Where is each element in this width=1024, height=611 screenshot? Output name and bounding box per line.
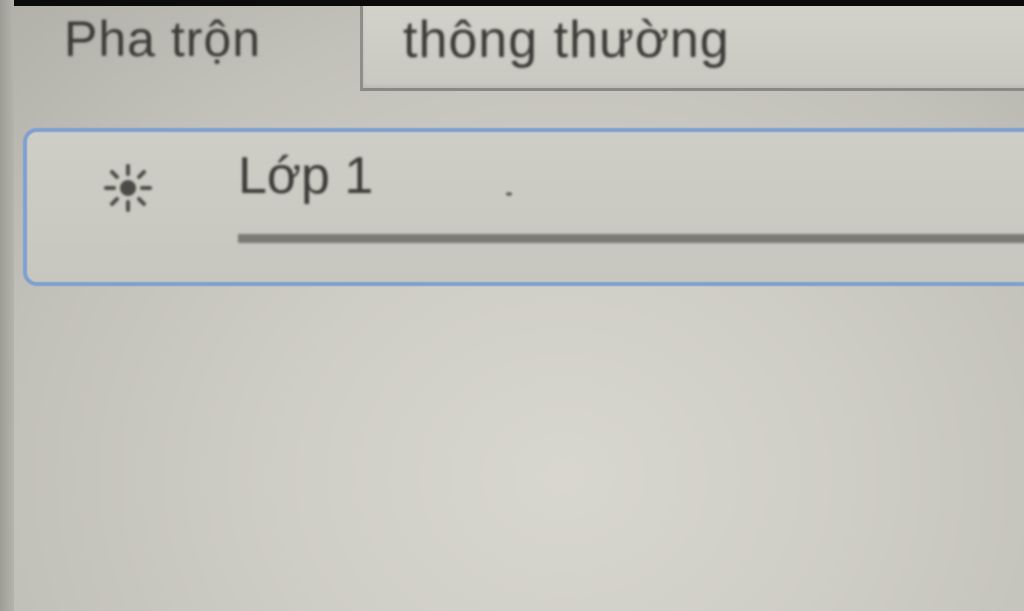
sun-icon[interactable] (100, 160, 156, 216)
layer-item[interactable] (23, 128, 1024, 286)
screen-left-edge (0, 0, 14, 611)
layer-name[interactable]: Lớp 1 (238, 146, 373, 206)
blend-mode-dropdown[interactable]: thông thường (360, 6, 1024, 91)
blend-mode-row: Pha trộn thông thường (0, 6, 1024, 91)
blend-mode-label: Pha trộn (64, 11, 262, 67)
screen-speck (506, 192, 512, 196)
layers-screen: Pha trộn thông thường Lớp 1 (0, 0, 1024, 611)
blend-mode-value: thông thường (403, 11, 730, 69)
layer-name-underline (238, 234, 1024, 243)
